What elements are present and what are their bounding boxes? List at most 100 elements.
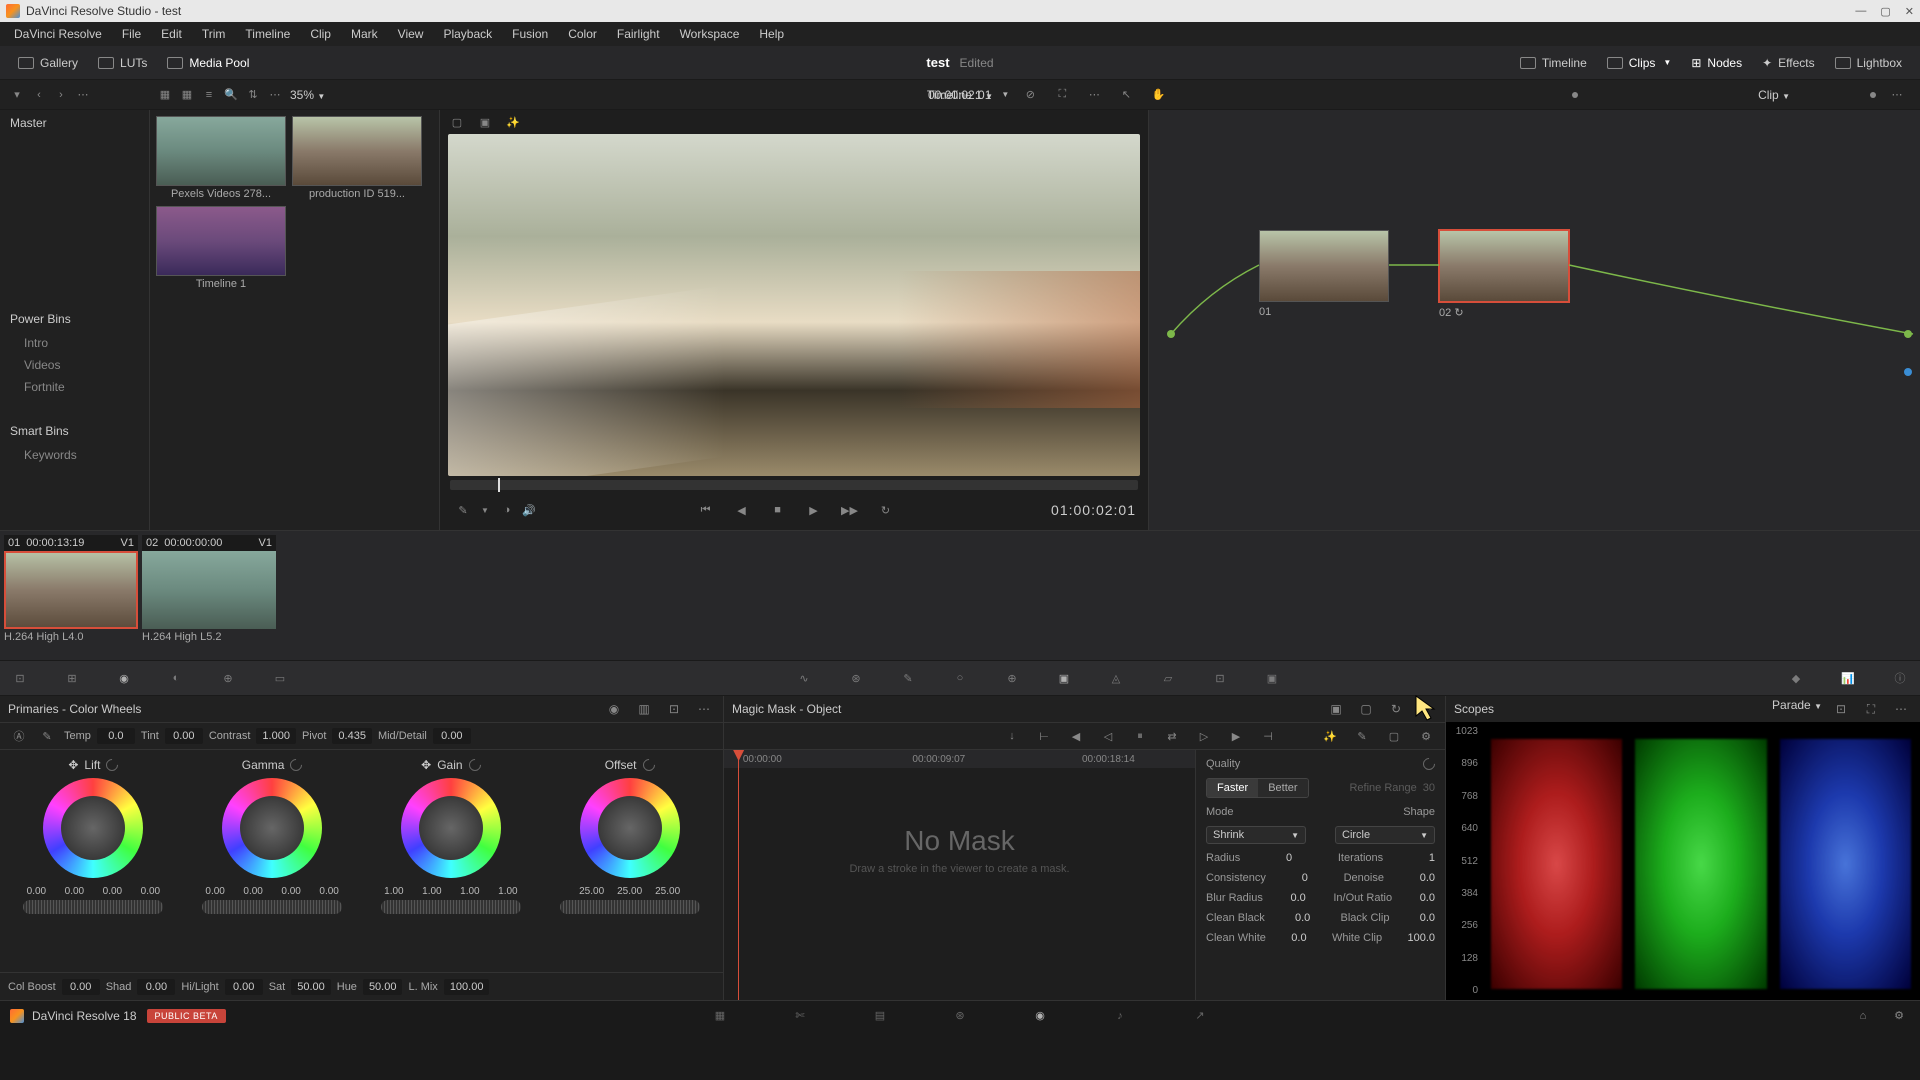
mask-track-area[interactable]: 00:00:00 00:00:09:07 00:00:18:14 No Mask… [724,750,1195,1000]
lift-wheel[interactable] [43,778,143,878]
gamma-values[interactable]: 0.000.000.000.00 [197,886,347,897]
bin-videos[interactable]: Videos [0,354,149,376]
scopes-mode-selector[interactable]: Parade ▼ [1772,698,1822,720]
key-icon[interactable]: ▱ [1156,668,1180,688]
color-wheels-icon[interactable]: ◉ [112,668,136,688]
bclip-value[interactable]: 0.0 [1420,912,1435,924]
bin-power-header[interactable]: Power Bins [0,306,149,332]
grid-view-icon[interactable]: ▦ [176,84,198,106]
effects-button[interactable]: ✦Effects [1752,52,1825,74]
bypass-icon[interactable]: ⊘ [1019,84,1041,106]
node-mode-selector[interactable]: Clip ▼ [1758,88,1790,102]
picker-icon[interactable]: ✎ [36,725,58,747]
quality-toggle[interactable]: Faster Better [1206,778,1309,798]
shad-value[interactable]: 0.00 [137,979,175,995]
motion-effects-icon[interactable]: ▭ [268,668,292,688]
media-pool-button[interactable]: Media Pool [157,52,259,74]
offset-values[interactable]: 25.0025.0025.00 [574,886,686,897]
stop-icon[interactable]: ■ [767,499,789,521]
gamma-jog[interactable] [202,900,342,914]
mask-overlay-icon[interactable]: ▢ [1355,698,1377,720]
reset-icon[interactable] [288,757,305,774]
minimize-icon[interactable]: — [1855,5,1866,18]
mask-target-icon[interactable]: ▣ [1325,698,1347,720]
unmix-icon[interactable]: ◑ [496,499,518,521]
media-clip[interactable]: Timeline 1 [156,206,286,290]
colboost-value[interactable]: 0.00 [62,979,100,995]
maximize-icon[interactable]: ▢ [1880,5,1890,18]
play-icon[interactable]: ▶ [803,499,825,521]
settings-icon[interactable]: ⚙ [1888,1005,1910,1027]
keyframe-icon[interactable]: ◆ [1784,668,1808,688]
mask-play-icon[interactable]: ▷ [1193,725,1215,747]
offset-wheel[interactable] [580,778,680,878]
middetail-value[interactable]: 0.00 [433,728,471,744]
bin-intro[interactable]: Intro [0,332,149,354]
audio-icon[interactable]: 🔊 [518,499,540,521]
deliver-page-icon[interactable]: ↗ [1190,1006,1210,1026]
close-icon[interactable]: ✕ [1905,5,1914,18]
edit-page-icon[interactable]: ▤ [870,1006,890,1026]
mask-end-icon[interactable]: ⊣ [1257,725,1279,747]
ellipsis-icon[interactable]: ⋯ [693,698,715,720]
ellipsis-viewer-icon[interactable]: ⋯ [1083,84,1105,106]
home-icon[interactable]: ⌂ [1852,1005,1874,1027]
mask-next-icon[interactable]: ▶ [1225,725,1247,747]
info-icon[interactable]: ⓘ [1888,668,1912,688]
first-frame-icon[interactable]: ⏮ [695,499,717,521]
reset-icon[interactable] [1421,756,1438,773]
offset-jog[interactable] [560,900,700,914]
curves-icon[interactable]: ∿ [792,668,816,688]
cblack-value[interactable]: 0.0 [1295,912,1310,924]
node-02[interactable]: 02 ↻ [1439,230,1569,319]
viewer-timecode[interactable]: 01:00:02:01 [1051,502,1136,518]
cwhite-value[interactable]: 0.0 [1291,932,1306,944]
more-icon[interactable]: ⋯ [264,84,286,106]
luts-button[interactable]: LUTs [88,52,157,74]
window-icon[interactable]: ○ [948,668,972,688]
menu-clip[interactable]: Clip [300,23,341,45]
media-clip[interactable]: Pexels Videos 278... [156,116,286,200]
menu-workspace[interactable]: Workspace [670,23,750,45]
mask-invert-icon[interactable]: ▢ [1383,725,1405,747]
reset-icon[interactable] [466,757,483,774]
output-node-dot[interactable] [1904,330,1912,338]
menu-view[interactable]: View [388,23,434,45]
scopes-icon[interactable]: 📊 [1836,668,1860,688]
zoom-level[interactable]: 35% ▼ [290,88,325,102]
ellipsis-icon[interactable]: ⋯ [1890,698,1912,720]
fairlight-page-icon[interactable]: ♪ [1110,1006,1130,1026]
faster-button[interactable]: Faster [1207,779,1258,797]
menu-playback[interactable]: Playback [433,23,502,45]
mask-ruler[interactable]: 00:00:00 00:00:09:07 00:00:18:14 [724,750,1195,768]
menu-mark[interactable]: Mark [341,23,388,45]
mode-select[interactable]: Shrink▼ [1206,826,1306,844]
timeline-button[interactable]: Timeline [1510,52,1597,74]
mask-settings-icon[interactable]: ⚙ [1415,725,1437,747]
source-node-dot[interactable] [1167,330,1175,338]
wclip-value[interactable]: 100.0 [1407,932,1435,944]
mask-back-icon[interactable]: ◁ [1097,725,1119,747]
timeline-clip[interactable]: 0200:00:00:00V1 H.264 High L5.2 [142,535,276,656]
nav-fwd-icon[interactable]: › [50,84,72,106]
viewer-mode1-icon[interactable]: ▢ [446,111,468,133]
mask-swap-icon[interactable]: ⇄ [1161,725,1183,747]
mask-stroke-icon[interactable]: ✎ [1351,725,1373,747]
hilight-value[interactable]: 0.00 [225,979,263,995]
auto-icon[interactable]: Ⓐ [8,725,30,747]
bin-keywords[interactable]: Keywords [0,444,149,466]
plus-icon[interactable]: ✥ [68,758,78,772]
viewer-canvas[interactable] [448,134,1140,476]
gain-jog[interactable] [381,900,521,914]
wheels-mode2-icon[interactable]: ▥ [633,698,655,720]
iterations-value[interactable]: 1 [1429,852,1435,864]
gallery-button[interactable]: Gallery [8,52,88,74]
mask-wand-icon[interactable]: ✨ [1319,725,1341,747]
color-match-icon[interactable]: ⊞ [60,668,84,688]
shape-select[interactable]: Circle▼ [1335,826,1435,844]
warper-icon[interactable]: ⊛ [844,668,868,688]
lightbox-button[interactable]: Lightbox [1825,52,1912,74]
menu-fairlight[interactable]: Fairlight [607,23,670,45]
sat-value[interactable]: 50.00 [291,979,331,995]
blur-value[interactable]: 0.0 [1290,892,1305,904]
